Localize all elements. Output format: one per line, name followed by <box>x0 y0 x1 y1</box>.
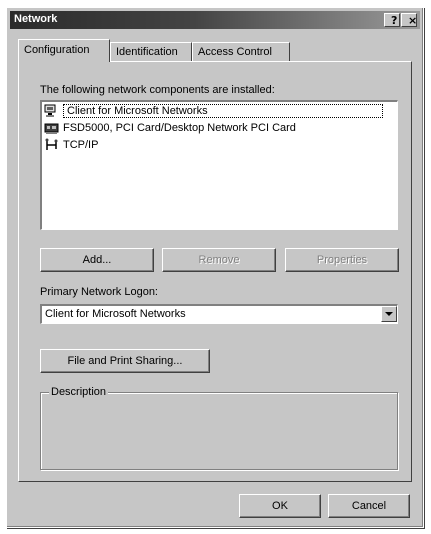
remove-button[interactable]: Remove <box>162 248 276 272</box>
protocol-icon <box>44 138 60 152</box>
tab-access-control[interactable]: Access Control <box>192 42 290 62</box>
tab-label: Configuration <box>24 44 90 56</box>
help-button[interactable]: ? <box>384 13 400 27</box>
list-item[interactable]: FSD5000, PCI Card/Desktop Network PCI Ca… <box>42 119 397 136</box>
tab-configuration[interactable]: Configuration <box>18 39 110 62</box>
ok-button[interactable]: OK <box>239 494 321 518</box>
network-card-icon <box>44 121 60 135</box>
list-item-label: TCP/IP <box>63 138 99 151</box>
tab-label: Access Control <box>198 46 272 58</box>
primary-logon-label: Primary Network Logon: <box>40 286 158 298</box>
description-legend: Description <box>49 386 109 398</box>
file-print-sharing-button[interactable]: File and Print Sharing... <box>40 349 210 373</box>
tab-identification[interactable]: Identification <box>110 42 192 62</box>
list-item[interactable]: Client for Microsoft Networks <box>42 102 397 119</box>
cancel-button[interactable]: Cancel <box>328 494 410 518</box>
properties-button[interactable]: Properties <box>285 248 399 272</box>
network-client-icon <box>44 104 60 118</box>
components-list[interactable]: Client for Microsoft Networks FSD5000, P… <box>40 100 398 230</box>
network-dialog: Network ? × Configuration Identification… <box>6 7 424 528</box>
close-button[interactable]: × <box>401 13 417 27</box>
configuration-panel: The following network components are ins… <box>18 61 412 482</box>
list-item-label: Client for Microsoft Networks <box>63 103 383 118</box>
list-item[interactable]: TCP/IP <box>42 136 397 153</box>
chevron-down-icon[interactable] <box>381 306 397 322</box>
add-button[interactable]: Add... <box>40 248 154 272</box>
description-group: Description <box>40 386 398 470</box>
window-title: Network <box>14 13 58 25</box>
title-bar[interactable]: Network ? × <box>10 11 420 29</box>
primary-logon-value: Client for Microsoft Networks <box>45 308 186 320</box>
tab-label: Identification <box>116 46 178 58</box>
primary-logon-select[interactable]: Client for Microsoft Networks <box>40 304 398 324</box>
installed-components-label: The following network components are ins… <box>40 84 275 96</box>
list-item-label: FSD5000, PCI Card/Desktop Network PCI Ca… <box>63 121 296 134</box>
